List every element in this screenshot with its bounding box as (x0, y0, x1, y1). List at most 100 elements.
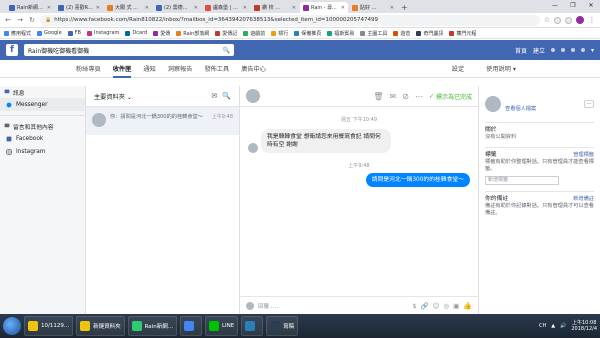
tab-insights[interactable]: 洞察報告 (168, 64, 193, 73)
messages-icon[interactable] (560, 48, 565, 52)
language-indicator[interactable]: CH (539, 323, 546, 329)
settings-link[interactable]: 設定 (452, 64, 464, 73)
bookmark-item[interactable]: Rain部落網 (176, 30, 209, 37)
notifications-icon[interactable] (570, 48, 575, 52)
close-icon[interactable]: ✕ (243, 5, 247, 11)
bookmark-item[interactable]: 主圖工具 (360, 30, 387, 37)
taskbar-item[interactable]: 寫稿 (266, 316, 299, 336)
manage-labels-link[interactable]: 管理標籤 (573, 152, 594, 159)
sidebar-item-facebook[interactable]: Facebook (0, 132, 85, 145)
profile-avatar-icon[interactable] (576, 16, 584, 24)
bookmark-item[interactable]: 奇門盧訊 (416, 30, 443, 37)
bookmark-item[interactable]: FB (67, 30, 81, 36)
bookmark-item[interactable]: 遊音 (393, 30, 410, 37)
sidebar-item-instagram[interactable]: Instagram (0, 145, 85, 158)
more-icon[interactable]: ⋯ (415, 92, 423, 101)
taskbar-item[interactable]: LINE (204, 316, 239, 336)
tab-notifications[interactable]: 通知 (143, 64, 155, 73)
search-icon[interactable]: 🔍 (223, 47, 230, 54)
taskbar-item[interactable]: 新鏈資料夾 (76, 316, 125, 336)
browser-tab[interactable]: Rain新網誌粉絲專頁✕ (6, 2, 54, 13)
view-profile-link[interactable]: 查看個人檔案 (505, 105, 536, 112)
camera-icon[interactable]: ▣ (453, 302, 459, 310)
home-link[interactable]: 首頁 (515, 46, 527, 55)
more-options-button[interactable]: ··· (584, 100, 594, 108)
search-icon[interactable]: 🔍 (222, 92, 231, 100)
reload-icon[interactable]: ↻ (28, 16, 36, 24)
gif-icon[interactable]: ◎ (443, 302, 449, 310)
mark-unread-icon[interactable]: ✉ (390, 92, 397, 101)
bookmark-item[interactable]: 愛傳記 (215, 30, 237, 37)
bookmark-item[interactable]: 福斯賓易 (327, 30, 354, 37)
new-message-icon[interactable]: ✉ (211, 92, 217, 100)
create-link[interactable]: 建立 (533, 46, 545, 55)
bookmark-item[interactable]: 保備推頁 (294, 30, 321, 37)
trash-icon[interactable]: 🗑 (373, 92, 383, 101)
bookmark-item[interactable]: 應用程式 (4, 30, 31, 37)
emoji-icon[interactable]: ☺ (433, 302, 440, 310)
volume-icon[interactable]: 🔊 (560, 323, 566, 329)
browser-tab[interactable]: 貼好 ... ✕ (349, 2, 397, 13)
taskbar-item[interactable] (179, 316, 202, 336)
friends-icon[interactable] (550, 48, 555, 52)
close-window-button[interactable]: ✕ (582, 0, 600, 12)
browser-tab[interactable]: 盧森堡 | 富貴 ...✕ (202, 2, 250, 13)
browser-tab[interactable]: (2) 雲德... ✕ (153, 2, 201, 13)
close-icon[interactable]: ✕ (292, 5, 296, 11)
minimize-button[interactable]: — (546, 0, 564, 12)
facebook-logo-icon[interactable]: f (6, 44, 18, 56)
conversation-item[interactable]: 上午9:48 你：請問是河北一鍋300的的桂韓食堂～ (86, 107, 239, 135)
browser-tab[interactable]: (2) 喜歡R... ✕ (55, 2, 103, 13)
folder-selector[interactable]: 主要資料夾 ⌄ (94, 92, 132, 101)
tab-inbox[interactable]: 收件匣 (112, 64, 132, 78)
avatar[interactable] (246, 89, 260, 103)
bookmark-item[interactable]: Google (37, 30, 62, 36)
close-icon[interactable]: ✕ (390, 5, 394, 11)
bookmark-item[interactable]: Instagram (86, 30, 119, 36)
payment-icon[interactable]: $ (412, 302, 416, 310)
sidebar-section-messages[interactable]: 訊息 (0, 86, 85, 98)
browser-tab[interactable]: 大關 式 ... ✕ (104, 2, 152, 13)
network-icon[interactable]: ▲ (551, 323, 555, 329)
help-link[interactable]: 使用說明 ▾ (486, 64, 516, 73)
help-icon[interactable] (580, 48, 585, 52)
extension-icon[interactable] (554, 16, 561, 24)
browser-tab[interactable]: 鑽 校 ... ✕ (251, 2, 299, 13)
add-note-link[interactable]: 新增備註 (573, 196, 594, 203)
start-button[interactable] (3, 317, 21, 335)
tab-ad-center[interactable]: 廣告中心 (241, 64, 266, 73)
reply-input[interactable]: 回覆…… (258, 302, 408, 310)
bookmark-item[interactable]: Dcard (125, 30, 147, 36)
like-icon[interactable]: 👍 (463, 302, 472, 310)
maximize-button[interactable]: ❐ (564, 0, 582, 12)
bookmark-item[interactable]: 愛傳 (153, 30, 170, 37)
bookmark-item[interactable]: 蘿門元程 (449, 30, 476, 37)
spam-icon[interactable]: ⊘ (402, 92, 409, 101)
menu-kebab-icon[interactable]: ⋮ (588, 16, 596, 24)
tab-publishing-tools[interactable]: 發佈工具 (204, 64, 229, 73)
extension-icon[interactable] (565, 16, 572, 24)
close-icon[interactable]: ✕ (145, 5, 149, 11)
bookmark-item[interactable]: 標行 (271, 30, 288, 37)
search-input[interactable]: Rain御機吃御機看御機 🔍 (24, 44, 234, 56)
url-field[interactable]: 🔒 https://www.facebook.com/Rain810822/in… (40, 14, 540, 26)
bookmark-item[interactable]: 遊戲前 (243, 30, 265, 37)
avatar[interactable] (485, 96, 501, 112)
taskbar-item[interactable]: 10/1129... (24, 316, 74, 336)
close-icon[interactable]: ✕ (341, 5, 345, 11)
star-icon[interactable]: ☆ (544, 16, 550, 24)
forward-arrow-icon[interactable]: → (16, 16, 24, 24)
add-label-input[interactable]: 新增標籤 (485, 176, 559, 185)
mark-done-button[interactable]: ✓ 標示為已完成 (429, 92, 472, 101)
close-icon[interactable]: ✕ (194, 5, 198, 11)
new-tab-button[interactable]: + (398, 2, 411, 13)
browser-tab-active[interactable]: Rain - 尋... ✕ (300, 2, 348, 13)
clock[interactable]: 上午10:08 2018/12/4 (571, 320, 597, 332)
close-icon[interactable]: ✕ (47, 5, 51, 11)
account-menu-icon[interactable]: ▾ (591, 47, 594, 54)
close-icon[interactable]: ✕ (96, 5, 100, 11)
attachment-icon[interactable]: 🔗 (421, 302, 429, 310)
sidebar-section-comments[interactable]: 留言和其他內容 (0, 120, 85, 132)
taskbar-item[interactable] (241, 316, 264, 336)
sidebar-item-messenger[interactable]: Messenger (0, 98, 85, 111)
